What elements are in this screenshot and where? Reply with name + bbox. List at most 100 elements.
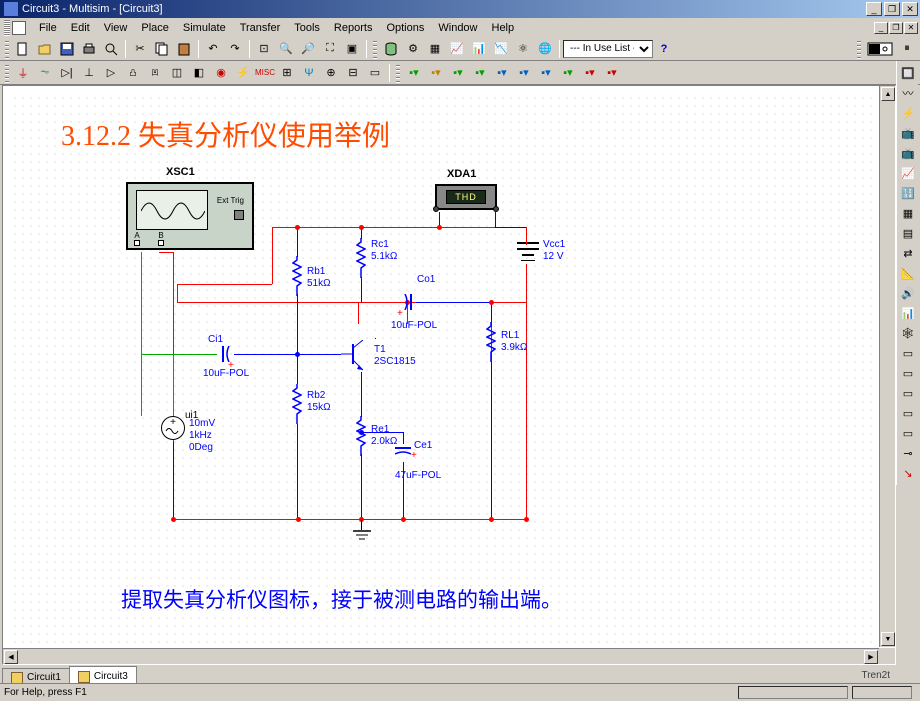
virtual-misc-icon[interactable]: ▪▾ <box>536 63 556 83</box>
menu-view[interactable]: View <box>97 20 135 36</box>
place-diode-icon[interactable]: ▷| <box>57 63 77 83</box>
grapher-icon[interactable]: 📈 <box>447 39 467 59</box>
menu-reports[interactable]: Reports <box>327 20 380 36</box>
database-icon[interactable] <box>381 39 401 59</box>
menu-transfer[interactable]: Transfer <box>233 20 288 36</box>
copy-icon[interactable] <box>152 39 172 59</box>
component-icon[interactable]: ⚙ <box>403 39 423 59</box>
zoom-area-icon[interactable]: ⛶ <box>320 39 340 59</box>
ground-symbol[interactable] <box>353 530 371 544</box>
resistor-re1[interactable] <box>356 416 366 456</box>
help-icon[interactable]: ? <box>654 39 674 59</box>
resistor-rb1[interactable] <box>292 256 302 296</box>
capacitor-co1[interactable] <box>401 294 415 310</box>
meas-probe-icon[interactable]: ↘ <box>899 464 917 482</box>
logic-converter-icon[interactable]: ⇄ <box>899 244 917 262</box>
menu-file[interactable]: File <box>32 20 64 36</box>
virtual-power-icon[interactable]: ▪▾ <box>580 63 600 83</box>
schematic-canvas[interactable]: 3.12.2 失真分析仪使用举例 提取失真分析仪图标，接于被测电路的输出端。 X… <box>11 94 877 646</box>
capacitor-ce1[interactable] <box>395 444 411 458</box>
place-mcu-icon[interactable]: ▭ <box>365 63 385 83</box>
freq-counter-icon[interactable]: 🔢 <box>899 184 917 202</box>
transistor-t1[interactable] <box>341 340 365 370</box>
agilent-scope-icon[interactable]: ▭ <box>899 384 917 402</box>
menu-place[interactable]: Place <box>134 20 176 36</box>
mdi-close-button[interactable]: ✕ <box>904 22 918 34</box>
analysis-icon[interactable]: 📊 <box>469 39 489 59</box>
cut-icon[interactable]: ✂ <box>130 39 150 59</box>
oscilloscope-instrument[interactable]: Ext Trig A B <box>126 182 254 250</box>
menu-options[interactable]: Options <box>379 20 431 36</box>
paste-icon[interactable] <box>174 39 194 59</box>
place-ttl-icon[interactable]: 凸 <box>123 63 143 83</box>
place-transistor-icon[interactable]: ⊥ <box>79 63 99 83</box>
wattmeter-icon[interactable]: ⚡ <box>899 104 917 122</box>
spreadsheet-icon[interactable]: ▦ <box>425 39 445 59</box>
word-gen-icon[interactable]: ▦ <box>899 204 917 222</box>
postproc-icon[interactable]: 📉 <box>491 39 511 59</box>
place-rf-icon[interactable]: Ψ <box>299 63 319 83</box>
edu-icon[interactable]: 🌐 <box>535 39 555 59</box>
place-resistor-icon[interactable]: ⏦ <box>35 63 55 83</box>
resistor-rb2[interactable] <box>292 384 302 424</box>
save-icon[interactable] <box>57 39 77 59</box>
place-em-icon[interactable]: ⊕ <box>321 63 341 83</box>
virtual-meas-icon[interactable]: ▪▾ <box>558 63 578 83</box>
place-mixed-icon[interactable]: ◧ <box>189 63 209 83</box>
agilent-fg-icon[interactable]: ▭ <box>899 344 917 362</box>
in-use-list-dropdown[interactable]: --- In Use List --- <box>563 40 653 58</box>
menu-tools[interactable]: Tools <box>287 20 327 36</box>
place-power-icon[interactable]: ⚡ <box>233 63 253 83</box>
zoom-out-icon[interactable]: 🔎 <box>298 39 318 59</box>
minimize-button[interactable]: _ <box>866 2 882 16</box>
scope-icon[interactable]: 📺 <box>899 124 917 142</box>
place-advanced-icon[interactable]: ⊞ <box>277 63 297 83</box>
vcc-source[interactable] <box>517 244 539 264</box>
resistor-rc1[interactable] <box>356 238 366 278</box>
labview-icon[interactable]: ▭ <box>899 424 917 442</box>
place-ground-icon[interactable]: ⏚ <box>13 63 33 83</box>
open-icon[interactable] <box>35 39 55 59</box>
mdi-restore-button[interactable]: ❐ <box>889 22 903 34</box>
menu-help[interactable]: Help <box>485 20 522 36</box>
tek-scope-icon[interactable]: ▭ <box>899 404 917 422</box>
4ch-scope-icon[interactable]: 📺 <box>899 144 917 162</box>
virtual-basic-icon[interactable]: ▪▾ <box>404 63 424 83</box>
menu-edit[interactable]: Edit <box>64 20 97 36</box>
fullscreen-icon[interactable]: ▣ <box>342 39 362 59</box>
resistor-rl1[interactable] <box>486 322 496 362</box>
spectrum-analyzer-icon[interactable]: 📊 <box>899 304 917 322</box>
bode-icon[interactable]: 📈 <box>899 164 917 182</box>
virtual-signal-icon[interactable]: ▪▾ <box>602 63 622 83</box>
logic-analyzer-icon[interactable]: ▤ <box>899 224 917 242</box>
preview-icon[interactable] <box>101 39 121 59</box>
place-cmos-icon[interactable]: 凹 <box>145 63 165 83</box>
ac-source[interactable]: + <box>161 416 185 440</box>
place-indicator-icon[interactable]: ◉ <box>211 63 231 83</box>
undo-icon[interactable]: ↶ <box>203 39 223 59</box>
zoom-all-icon[interactable]: ⊡ <box>254 39 274 59</box>
menu-simulate[interactable]: Simulate <box>176 20 233 36</box>
virtual-3d-icon[interactable]: ▪▾ <box>448 63 468 83</box>
distortion-analyzer-icon[interactable]: 🔊 <box>899 284 917 302</box>
place-connector-icon[interactable]: ⊟ <box>343 63 363 83</box>
place-misc2-icon[interactable]: MISC <box>255 63 275 83</box>
mdi-minimize-button[interactable]: _ <box>874 22 888 34</box>
menu-window[interactable]: Window <box>431 20 484 36</box>
place-opamp-icon[interactable]: ▷ <box>101 63 121 83</box>
redo-icon[interactable]: ↷ <box>225 39 245 59</box>
virtual-analog-icon[interactable]: ▪▾ <box>514 63 534 83</box>
virtual-rated-icon[interactable]: ▪▾ <box>426 63 446 83</box>
multimeter-icon[interactable]: 🔲 <box>899 64 917 82</box>
zoom-in-icon[interactable]: 🔍 <box>276 39 296 59</box>
virtual-bjt-icon[interactable]: ▪▾ <box>492 63 512 83</box>
current-probe-icon[interactable]: ⊸ <box>899 444 917 462</box>
iv-analyzer-icon[interactable]: 📐 <box>899 264 917 282</box>
place-misc-icon[interactable]: ◫ <box>167 63 187 83</box>
print-icon[interactable] <box>79 39 99 59</box>
run-sim-button[interactable] <box>865 39 895 59</box>
funcgen-icon[interactable]: 〰 <box>899 84 917 102</box>
wizard-icon[interactable]: ⚛ <box>513 39 533 59</box>
virtual-diode-icon[interactable]: ▪▾ <box>470 63 490 83</box>
pause-sim-button[interactable]: ⏸ <box>897 39 917 59</box>
